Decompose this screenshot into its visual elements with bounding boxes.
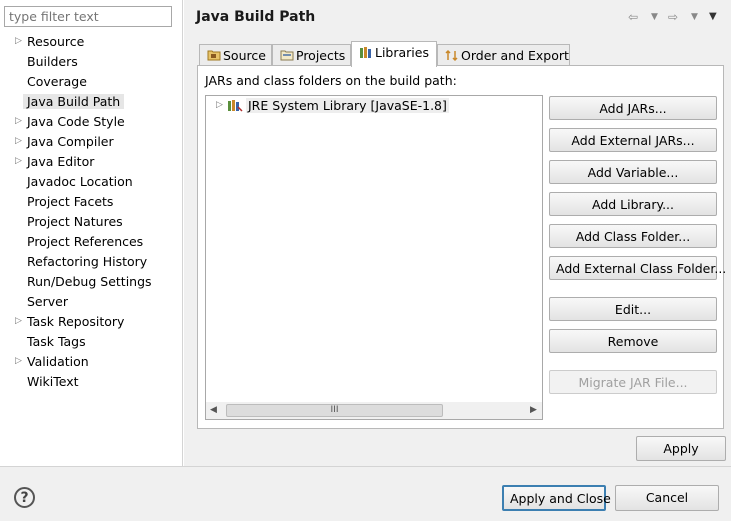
sidebar-item[interactable]: Refactoring History (0, 252, 182, 272)
apply-button[interactable]: Apply (636, 436, 726, 461)
help-icon[interactable]: ? (14, 487, 35, 508)
sidebar-item-label: Java Build Path (23, 94, 125, 109)
forward-arrow-icon[interactable]: ⇨ (668, 10, 678, 24)
expand-arrow-icon[interactable]: ▷ (15, 136, 23, 146)
build-path-caption: JARs and class folders on the build path… (205, 73, 457, 88)
order-export-icon (445, 49, 461, 65)
preferences-sidebar: ▷ Resource Builders Coverage Java Build Path… (0, 0, 183, 466)
sidebar-item[interactable]: Project Natures (0, 212, 182, 232)
libraries-icon (359, 46, 375, 62)
forward-dropdown-icon[interactable]: ▼ (691, 12, 698, 22)
sidebar-item[interactable]: Project Facets (0, 192, 182, 212)
scroll-left-icon[interactable]: ◀ (210, 405, 217, 415)
tab-source-label: Source (223, 48, 266, 63)
expand-arrow-icon[interactable]: ▷ (15, 356, 23, 366)
sidebar-item[interactable]: ▷ Java Code Style (0, 112, 182, 132)
tab-libraries[interactable]: Libraries (351, 41, 437, 67)
page-title: Java Build Path (196, 9, 316, 25)
libraries-tree[interactable] (205, 95, 543, 420)
sidebar-item-label: Javadoc Location (27, 174, 133, 189)
sidebar-item-label: Project Natures (27, 214, 123, 229)
tab-libraries-label: Libraries (375, 45, 429, 60)
sidebar-item[interactable]: Builders (0, 52, 182, 72)
sidebar-item[interactable]: Project References (0, 232, 182, 252)
tab-order-export[interactable]: Order and Export (437, 44, 570, 66)
sidebar-item-label: Task Tags (27, 334, 86, 349)
add-variable-button[interactable]: Add Variable... (549, 160, 717, 184)
tab-source[interactable]: Source (199, 44, 272, 66)
sidebar-item[interactable]: Server (0, 292, 182, 312)
sidebar-item-label: Builders (27, 54, 78, 69)
expand-arrow-icon[interactable]: ▷ (15, 316, 23, 326)
tab-projects[interactable]: Projects (272, 44, 351, 66)
cancel-button[interactable]: Cancel (615, 485, 719, 511)
sidebar-item-label: WikiText (27, 374, 79, 389)
sidebar-item[interactable]: Javadoc Location (0, 172, 182, 192)
add-class-folder-button[interactable]: Add Class Folder... (549, 224, 717, 248)
scrollbar-thumb[interactable]: III (226, 404, 443, 417)
library-label: JRE System Library [JavaSE-1.8] (246, 98, 449, 113)
edit-button[interactable]: Edit... (549, 297, 717, 321)
sidebar-item[interactable]: WikiText (0, 372, 182, 392)
jre-library-icon (227, 98, 243, 116)
sidebar-item-label: Coverage (27, 74, 87, 89)
view-menu-icon[interactable]: ▼ (709, 11, 717, 22)
add-external-jars-button[interactable]: Add External JARs... (549, 128, 717, 152)
add-jars-button[interactable]: Add JARs... (549, 96, 717, 120)
remove-button[interactable]: Remove (549, 329, 717, 353)
tab-projects-label: Projects (296, 48, 346, 63)
sidebar-item[interactable]: ▷ Java Editor (0, 152, 182, 172)
sidebar-item-label: Project Facets (27, 194, 114, 209)
sidebar-item-label: Java Code Style (27, 114, 125, 129)
add-library-button[interactable]: Add Library... (549, 192, 717, 216)
sidebar-item-label: Server (27, 294, 68, 309)
sidebar-item-label: Project References (27, 234, 144, 249)
expand-arrow-icon[interactable]: ▷ (15, 116, 23, 126)
source-folder-icon (207, 49, 223, 64)
sidebar-item[interactable]: ▷ Java Compiler (0, 132, 182, 152)
sidebar-item[interactable]: Run/Debug Settings (0, 272, 182, 292)
sidebar-item-label: Java Compiler (27, 134, 114, 149)
sidebar-item[interactable]: ▷ Validation (0, 352, 182, 372)
add-external-class-folder-button[interactable]: Add External Class Folder... (549, 256, 726, 280)
back-dropdown-icon[interactable]: ▼ (651, 12, 658, 22)
sidebar-item-label: Validation (27, 354, 89, 369)
sidebar-item[interactable]: ▷ Task Repository (0, 312, 182, 332)
sidebar-item-label: Task Repository (27, 314, 125, 329)
sidebar-item[interactable]: Coverage (0, 72, 182, 92)
back-arrow-icon[interactable]: ⇦ (628, 10, 638, 24)
tab-order-export-label: Order and Export (461, 48, 569, 63)
projects-folder-icon (280, 49, 296, 64)
sidebar-item[interactable]: ▷ Resource (0, 32, 182, 52)
expand-arrow-icon[interactable]: ▷ (15, 156, 23, 166)
expand-arrow-icon[interactable]: ▷ (216, 100, 223, 110)
sidebar-item-label: Java Editor (27, 154, 95, 169)
sidebar-item-label: Run/Debug Settings (27, 274, 152, 289)
apply-and-close-button[interactable]: Apply and Close (502, 485, 611, 511)
scroll-right-icon[interactable]: ▶ (530, 405, 537, 415)
sidebar-item-label: Resource (27, 34, 85, 49)
sidebar-item-label: Refactoring History (27, 254, 148, 269)
migrate-jar-button[interactable]: Migrate JAR File... (549, 370, 717, 394)
expand-arrow-icon[interactable]: ▷ (15, 36, 23, 46)
sidebar-item[interactable]: Task Tags (0, 332, 182, 352)
sidebar-item[interactable]: Java Build Path (0, 92, 182, 112)
filter-input[interactable] (4, 6, 172, 27)
